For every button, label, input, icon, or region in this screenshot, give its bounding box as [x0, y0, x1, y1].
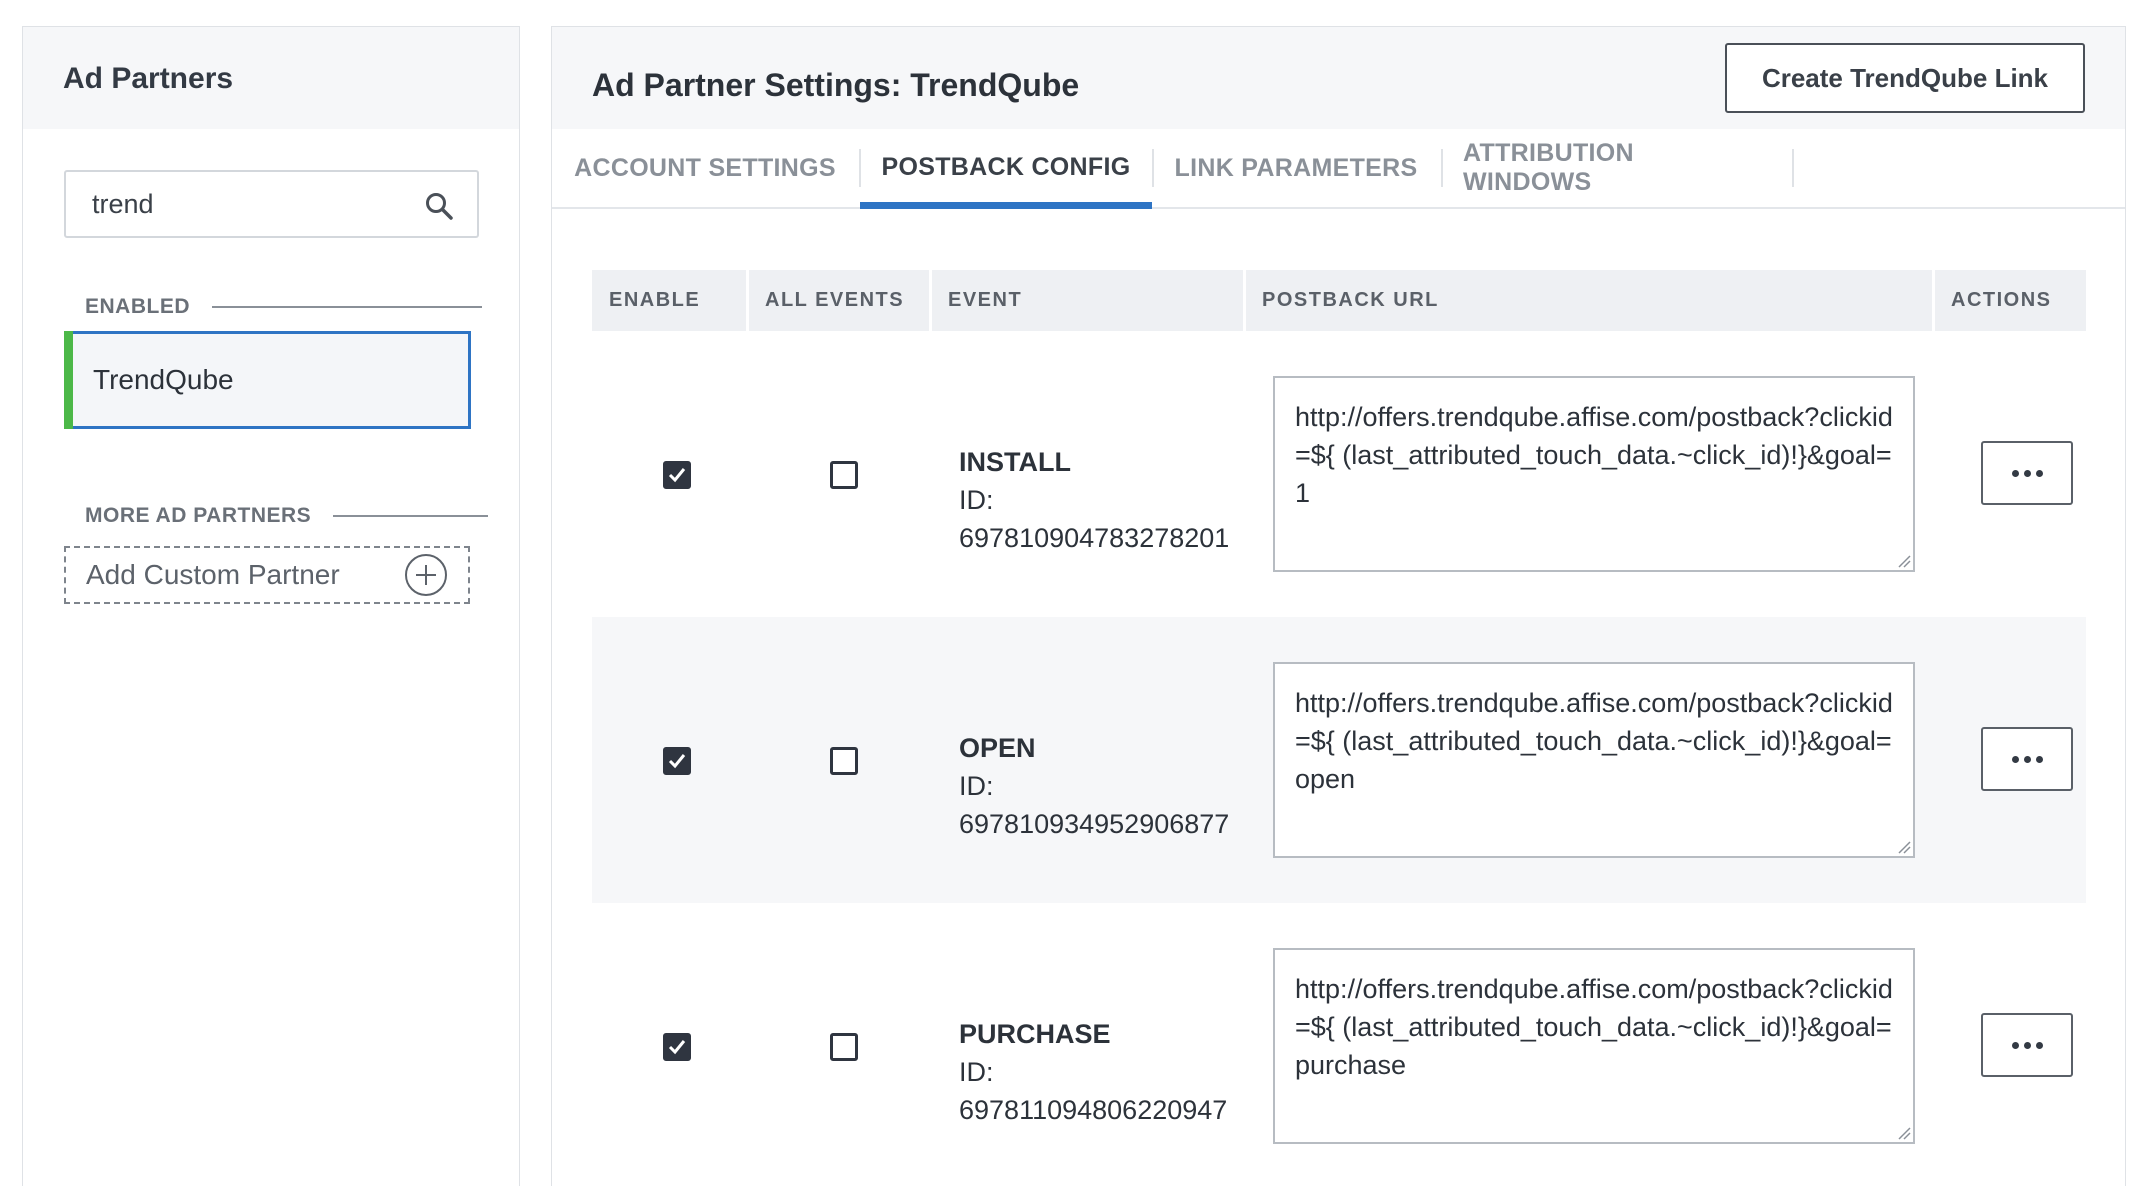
postback-url-text: http://offers.trendqube.affise.com/postb… [1295, 688, 1893, 794]
partner-item-label: TrendQube [93, 364, 234, 395]
postback-table-header: ENABLE ALL EVENTS EVENT POSTBACK URL ACT… [592, 270, 2086, 331]
row-actions-button[interactable] [1981, 441, 2073, 505]
event-name: OPEN [959, 733, 1036, 763]
search-icon[interactable] [423, 190, 455, 222]
column-header-postback-url: POSTBACK URL [1262, 289, 1439, 311]
tab-separator [1792, 149, 1794, 187]
resize-grip-icon[interactable] [1897, 1126, 1911, 1140]
enable-checkbox[interactable] [663, 747, 691, 775]
enabled-indicator [64, 331, 73, 429]
postback-url-text: http://offers.trendqube.affise.com/postb… [1295, 974, 1893, 1080]
create-link-button[interactable]: Create TrendQube Link [1725, 43, 2085, 113]
event-id: 697810904783278201 [959, 523, 1230, 553]
partner-search-box[interactable] [64, 170, 479, 238]
checkmark-icon [668, 468, 686, 483]
resize-grip-icon[interactable] [1897, 840, 1911, 854]
checkmark-icon [668, 754, 686, 769]
ad-partners-panel: Ad Partners ENABLED TrendQube MORE AD PA… [22, 26, 520, 1186]
event-name: PURCHASE [959, 1019, 1111, 1049]
more-horizontal-icon [2011, 469, 2043, 477]
tab-attribution-windows[interactable]: ATTRIBUTION WINDOWS [1463, 129, 1769, 207]
postback-url-textarea[interactable]: http://offers.trendqube.affise.com/postb… [1273, 376, 1915, 572]
add-custom-partner-button[interactable]: Add Custom Partner [64, 546, 470, 604]
more-horizontal-icon [2011, 755, 2043, 763]
ad-partners-title: Ad Partners [63, 62, 234, 95]
enabled-section-label: ENABLED [85, 295, 483, 319]
enable-checkbox[interactable] [663, 461, 691, 489]
column-separator [1932, 270, 1935, 331]
column-header-all-events: ALL EVENTS [765, 289, 905, 311]
column-header-event: EVENT [948, 289, 1023, 311]
more-horizontal-icon [2011, 1041, 2043, 1049]
event-id-label: ID: [959, 771, 994, 801]
section-divider [333, 515, 489, 517]
all-events-checkbox[interactable] [830, 747, 858, 775]
event-id: 697811094806220947 [959, 1095, 1228, 1125]
enabled-label-text: ENABLED [85, 295, 191, 318]
table-row: INSTALL ID: 697810904783278201 http://of… [592, 331, 2086, 617]
event-id: 697810934952906877 [959, 809, 1230, 839]
tab-separator [1441, 149, 1443, 187]
tab-account-settings[interactable]: ACCOUNT SETTINGS [574, 129, 836, 207]
row-actions-button[interactable] [1981, 1013, 2073, 1077]
enable-checkbox[interactable] [663, 1033, 691, 1061]
section-divider [212, 306, 483, 308]
more-partners-label-text: MORE AD PARTNERS [85, 504, 312, 527]
tab-link-parameters[interactable]: LINK PARAMETERS [1172, 129, 1420, 207]
tab-postback-config[interactable]: POSTBACK CONFIG [860, 129, 1152, 209]
table-row: OPEN ID: 697810934952906877 http://offer… [592, 617, 2086, 903]
postback-url-text: http://offers.trendqube.affise.com/postb… [1295, 402, 1893, 508]
resize-grip-icon[interactable] [1897, 554, 1911, 568]
partner-settings-panel: Ad Partner Settings: TrendQube Create Tr… [551, 26, 2126, 1186]
more-partners-section-label: MORE AD PARTNERS [85, 504, 489, 528]
event-id-label: ID: [959, 485, 994, 515]
column-header-actions: ACTIONS [1951, 289, 2052, 311]
all-events-checkbox[interactable] [830, 1033, 858, 1061]
settings-tabs: ACCOUNT SETTINGS POSTBACK CONFIG LINK PA… [552, 129, 2125, 209]
row-actions-button[interactable] [1981, 727, 2073, 791]
column-separator [1243, 270, 1246, 331]
ad-partners-header: Ad Partners [23, 27, 519, 129]
table-row: PURCHASE ID: 697811094806220947 http://o… [592, 903, 2086, 1189]
postback-url-textarea[interactable]: http://offers.trendqube.affise.com/postb… [1273, 662, 1915, 858]
tab-separator [1152, 149, 1154, 187]
column-separator [746, 270, 749, 331]
partner-item-trendqube[interactable]: TrendQube [64, 331, 471, 429]
partner-search-input[interactable] [66, 173, 424, 235]
column-header-enable: ENABLE [609, 289, 701, 311]
plus-circle-icon [405, 554, 447, 596]
checkmark-icon [668, 1040, 686, 1055]
postback-url-textarea[interactable]: http://offers.trendqube.affise.com/postb… [1273, 948, 1915, 1144]
event-id-label: ID: [959, 1057, 994, 1087]
event-name: INSTALL [959, 447, 1071, 477]
column-separator [929, 270, 932, 331]
page-title: Ad Partner Settings: TrendQube [592, 67, 1080, 103]
all-events-checkbox[interactable] [830, 461, 858, 489]
add-custom-partner-label: Add Custom Partner [86, 559, 340, 590]
